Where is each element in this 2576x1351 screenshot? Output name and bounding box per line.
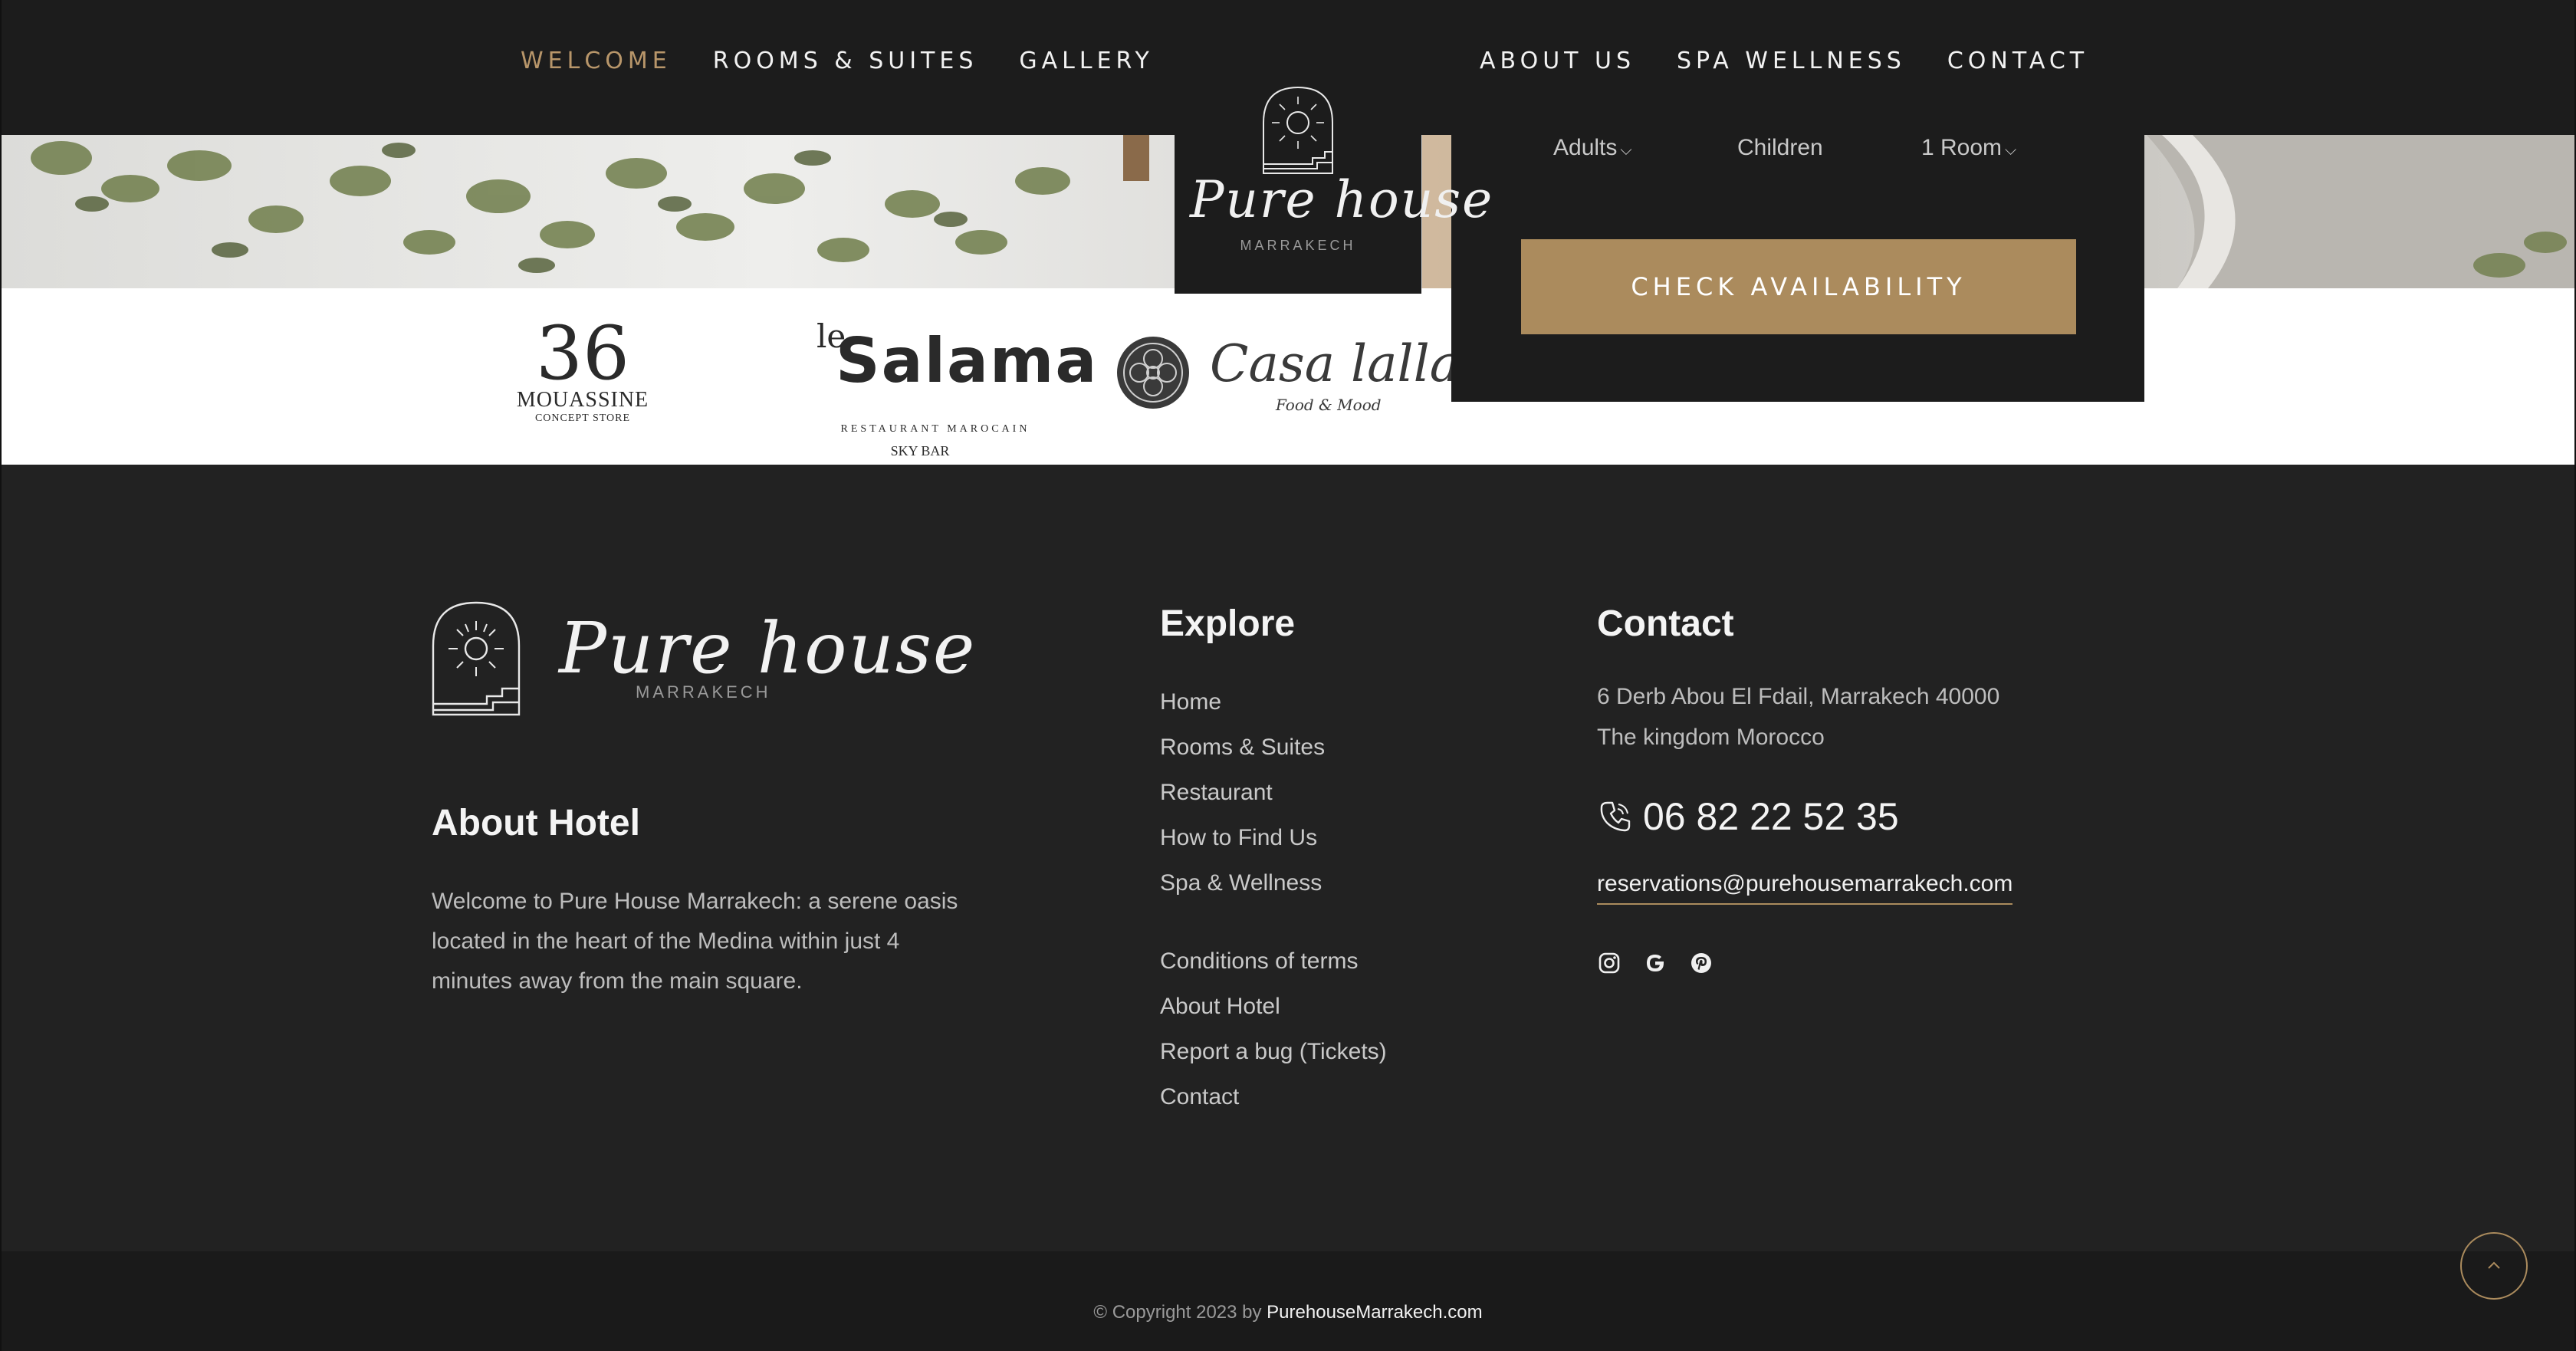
footer-link-home[interactable]: Home xyxy=(1160,679,1325,725)
chevron-up-icon xyxy=(2488,1261,2500,1269)
contact-heading: Contact xyxy=(1597,603,1734,644)
copyright-text: © Copyright 2023 by PurehouseMarrakech.c… xyxy=(0,1302,2576,1323)
nav-right: ABOUT US SPA WELLNESS CONTACT xyxy=(1480,48,2088,74)
casa-lalla-name: Casa lalla xyxy=(1210,334,1460,393)
copyright-site-link[interactable]: PurehouseMarrakech.com xyxy=(1267,1302,1482,1323)
chevron-down-icon: ⌵ xyxy=(1620,142,1632,159)
footer-link-how-to-find-us[interactable]: How to Find Us xyxy=(1160,815,1325,860)
google-icon[interactable] xyxy=(1643,951,1668,975)
rooms-label: 1 Room xyxy=(1921,135,2003,160)
partner-mouassine-logo[interactable]: 36 MOUASSINE CONCEPT STORE xyxy=(506,311,659,425)
sun-arch-logo-icon xyxy=(1263,86,1333,174)
partner-casa-lalla-logo[interactable]: Casa lalla Food & Mood xyxy=(1115,334,1460,426)
booking-panel: Adults ⌵ Children 1 Room ⌵ CHECK AVAILABIL… xyxy=(1451,135,2144,402)
nav-rooms-suites[interactable]: ROOMS & SUITES xyxy=(713,48,978,74)
contact-email-link[interactable]: reservations@purehousemarrakech.com xyxy=(1597,871,2013,905)
brand-logo-text: Pure house xyxy=(1190,170,1494,229)
children-select[interactable]: Children xyxy=(1737,135,1823,161)
mouassine-mark: 36 xyxy=(535,311,630,396)
mouassine-name: MOUASSINE xyxy=(516,388,649,412)
pinterest-icon[interactable] xyxy=(1689,951,1714,975)
back-to-top-button[interactable] xyxy=(2460,1232,2528,1300)
partner-logos-band: 36 MOUASSINE CONCEPT STORE le Salama RES… xyxy=(0,288,2576,465)
footer-logo-text: Pure house xyxy=(559,607,977,689)
nav-gallery[interactable]: GALLERY xyxy=(1019,48,1153,74)
chevron-down-icon: ⌵ xyxy=(2005,142,2017,159)
footer-link-contact[interactable]: Contact xyxy=(1160,1074,1387,1119)
contact-address: 6 Derb Abou El Fdail, Marrakech 40000 Th… xyxy=(1597,676,1999,758)
legal-links: Conditions of terms About Hotel Report a… xyxy=(1160,938,1387,1119)
footer-link-conditions[interactable]: Conditions of terms xyxy=(1160,938,1387,984)
rooms-select[interactable]: 1 Room ⌵ xyxy=(1921,135,2016,161)
adults-select[interactable]: Adults ⌵ xyxy=(1553,135,1632,161)
about-hotel-text: Welcome to Pure House Marrakech: a seren… xyxy=(432,889,958,994)
footer-link-restaurant[interactable]: Restaurant xyxy=(1160,770,1325,815)
site-footer: Pure house MARRAKECH About Hotel Welcome… xyxy=(0,465,2576,1251)
nav-spa-wellness[interactable]: SPA WELLNESS xyxy=(1677,48,1906,74)
footer-link-spa-wellness[interactable]: Spa & Wellness xyxy=(1160,860,1325,906)
footer-brand-logo[interactable]: Pure house MARRAKECH xyxy=(432,601,974,724)
rosette-icon xyxy=(1117,337,1189,409)
footer-link-about-hotel[interactable]: About Hotel xyxy=(1160,984,1387,1029)
phone-icon xyxy=(1600,801,1631,832)
booking-fields: Adults ⌵ Children 1 Room ⌵ xyxy=(1451,135,2144,227)
salama-sub: RESTAURANT MAROCAIN xyxy=(840,423,1030,435)
footer-link-rooms-suites[interactable]: Rooms & Suites xyxy=(1160,725,1325,770)
brand-logo-city: MARRAKECH xyxy=(1240,238,1356,253)
address-line-1: 6 Derb Abou El Fdail, Marrakech 40000 xyxy=(1597,684,2000,709)
sun-arch-logo-icon xyxy=(432,601,521,716)
children-label: Children xyxy=(1737,135,1823,160)
instagram-icon[interactable] xyxy=(1597,951,1622,975)
contact-phone[interactable]: 06 82 22 52 35 xyxy=(1597,794,1899,839)
about-hotel-heading: About Hotel xyxy=(432,803,640,843)
nav-contact[interactable]: CONTACT xyxy=(1947,48,2088,74)
phone-number: 06 82 22 52 35 xyxy=(1643,795,1899,838)
explore-links: Home Rooms & Suites Restaurant How to Fi… xyxy=(1160,679,1325,906)
footer-link-report-bug[interactable]: Report a bug (Tickets) xyxy=(1160,1029,1387,1074)
salama-name: Salama xyxy=(836,325,1099,396)
check-availability-button[interactable]: CHECK AVAILABILITY xyxy=(1521,239,2076,334)
nav-welcome[interactable]: WELCOME xyxy=(521,48,672,74)
casa-lalla-sub: Food & Mood xyxy=(1276,396,1382,414)
salama-bar: SKY BAR xyxy=(890,443,950,459)
copyright-bar: © Copyright 2023 by PurehouseMarrakech.c… xyxy=(0,1251,2576,1351)
adults-label: Adults xyxy=(1553,135,1618,160)
footer-logo-city: MARRAKECH xyxy=(636,682,771,702)
copyright-prefix: © Copyright 2023 by xyxy=(1093,1302,1262,1323)
explore-heading: Explore xyxy=(1160,603,1296,644)
nav-about-us[interactable]: ABOUT US xyxy=(1480,48,1635,74)
address-line-2: The kingdom Morocco xyxy=(1597,725,1825,750)
mouassine-sub: CONCEPT STORE xyxy=(534,413,631,424)
nav-left: WELCOME ROOMS & SUITES GALLERY xyxy=(521,48,1154,74)
social-links xyxy=(1597,951,1714,975)
brand-logo-box[interactable]: Pure house MARRAKECH xyxy=(1175,0,1494,294)
